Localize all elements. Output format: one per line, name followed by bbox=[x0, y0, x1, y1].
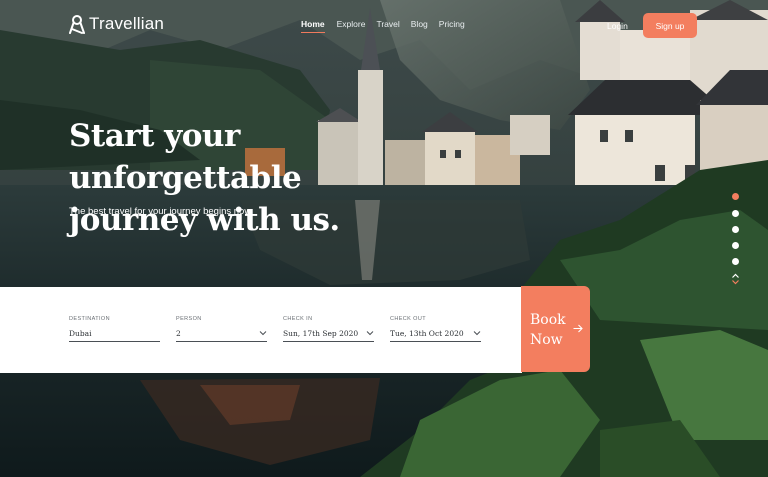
destination-field[interactable]: DESTINATION Dubai bbox=[69, 316, 160, 342]
check-in-label: CHECK IN bbox=[283, 316, 313, 322]
book-now-line1: Book bbox=[530, 312, 566, 328]
slider-dot-3[interactable] bbox=[732, 226, 739, 233]
nav-link-explore[interactable]: Explore bbox=[337, 19, 366, 33]
hero-subheadline: The best travel for your journey begins … bbox=[69, 206, 252, 217]
nav-link-home[interactable]: Home bbox=[301, 19, 325, 33]
booking-form: DESTINATION Dubai PERSON 2 CHECK IN Sun,… bbox=[0, 287, 522, 373]
chevron-down-icon bbox=[366, 331, 374, 336]
check-out-value: Tue, 13th Oct 2020 bbox=[390, 328, 464, 338]
book-now-label: Book Now bbox=[530, 310, 570, 350]
chevron-up-down-icon[interactable] bbox=[731, 273, 740, 285]
person-label: PERSON bbox=[176, 316, 202, 322]
check-in-value: Sun, 17th Sep 2020 bbox=[283, 328, 359, 338]
hero-headline: Start your unforgettable journey with us… bbox=[69, 115, 469, 241]
slider-dot-1[interactable] bbox=[732, 193, 739, 200]
main-nav: Home Explore Travel Blog Pricing bbox=[301, 19, 465, 33]
person-field[interactable]: PERSON 2 bbox=[176, 316, 267, 342]
chevron-down-icon bbox=[259, 331, 267, 336]
book-now-line2: Now bbox=[530, 332, 563, 348]
nav-link-travel[interactable]: Travel bbox=[376, 19, 399, 33]
hero-headline-line1: Start your unforgettable bbox=[69, 118, 302, 196]
nav-link-blog[interactable]: Blog bbox=[411, 19, 428, 33]
check-out-label: CHECK OUT bbox=[390, 316, 426, 322]
signup-button[interactable]: Sign up bbox=[643, 13, 697, 38]
book-now-button[interactable]: Book Now bbox=[521, 286, 590, 372]
destination-label: DESTINATION bbox=[69, 316, 110, 322]
slider-dot-2[interactable] bbox=[732, 210, 739, 217]
slider-dot-4[interactable] bbox=[732, 242, 739, 249]
check-out-field[interactable]: CHECK OUT Tue, 13th Oct 2020 bbox=[390, 316, 481, 342]
destination-value: Dubai bbox=[69, 328, 92, 338]
person-select[interactable]: 2 bbox=[176, 325, 267, 342]
check-out-select[interactable]: Tue, 13th Oct 2020 bbox=[390, 325, 481, 342]
nav-link-pricing[interactable]: Pricing bbox=[439, 19, 465, 33]
brand-name: Travellian bbox=[89, 14, 165, 33]
check-in-field[interactable]: CHECK IN Sun, 17th Sep 2020 bbox=[283, 316, 374, 342]
map-pin-logo-icon bbox=[69, 15, 85, 34]
login-link[interactable]: Login bbox=[607, 21, 628, 31]
chevron-down-icon bbox=[473, 331, 481, 336]
destination-input[interactable]: Dubai bbox=[69, 325, 160, 342]
arrow-right-icon bbox=[573, 324, 583, 333]
slider-dot-5[interactable] bbox=[732, 258, 739, 265]
check-in-select[interactable]: Sun, 17th Sep 2020 bbox=[283, 325, 374, 342]
person-value: 2 bbox=[176, 328, 181, 338]
brand-logo[interactable]: Travellian bbox=[69, 14, 164, 34]
